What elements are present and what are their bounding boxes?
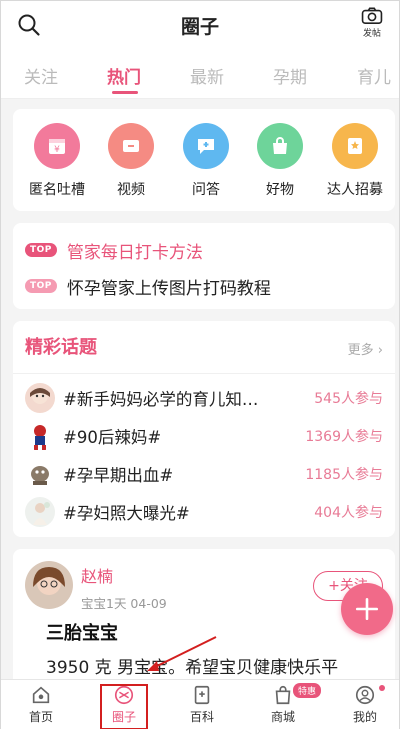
- quick-actions: ¥ 匿名吐槽 视频 问答 好物 达人招募: [13, 109, 395, 211]
- tab-pregnancy[interactable]: 孕期: [273, 63, 307, 88]
- tab-bar: 关注 热门 最新 孕期 育儿: [1, 49, 399, 99]
- notice-item[interactable]: TOP 管家每日打卡方法: [25, 237, 203, 263]
- chevron-right-icon: ›: [373, 343, 383, 358]
- notice-text: 怀孕管家上传图片打码教程: [66, 278, 271, 299]
- quick-goods[interactable]: 好物: [244, 123, 316, 199]
- video-icon: [108, 123, 154, 169]
- user-icon: [355, 685, 375, 705]
- quick-recruit[interactable]: 达人招募: [319, 123, 391, 199]
- post-body: 3950 克 男宝宝。希望宝贝健康快乐平: [46, 658, 339, 678]
- notice-card: TOP 管家每日打卡方法 TOP 怀孕管家上传图片打码教程: [13, 223, 395, 309]
- nav-encyclopedia-label: 百科: [189, 710, 214, 724]
- top-badge: TOP: [25, 243, 57, 257]
- author-name[interactable]: 赵楠: [81, 563, 113, 587]
- topic-row[interactable]: #孕妇照大曝光# 404人参与: [25, 495, 383, 529]
- notice-text: 管家每日打卡方法: [66, 242, 203, 263]
- sale-badge: 特惠: [293, 683, 322, 698]
- quick-qa-label: 问答: [192, 182, 220, 198]
- plus-icon: [355, 597, 379, 621]
- topic-row[interactable]: #孕早期出血# 1185人参与: [25, 457, 383, 491]
- topic-thumbnail: [25, 383, 55, 413]
- quick-goods-label: 好物: [266, 182, 294, 198]
- notice-item[interactable]: TOP 怀孕管家上传图片打码教程: [25, 273, 271, 299]
- tab-hot[interactable]: 热门: [107, 63, 141, 88]
- topic-thumbnail: [25, 459, 55, 489]
- chat-plus-icon: [183, 123, 229, 169]
- bag-icon: [275, 685, 291, 705]
- topics-card: 精彩话题 更多 › #新手妈妈必学的育儿知… 545人参与 #90后辣妈# 13…: [13, 321, 395, 537]
- topic-row[interactable]: #新手妈妈必学的育儿知… 545人参与: [25, 381, 383, 415]
- topic-row[interactable]: #90后辣妈# 1369人参与: [25, 419, 383, 453]
- topic-thumbnail: [25, 497, 55, 527]
- topics-more-label: 更多: [347, 343, 374, 358]
- nav-home[interactable]: 首页: [11, 684, 71, 725]
- tab-latest[interactable]: 最新: [190, 63, 224, 88]
- topic-title: #孕妇照大曝光#: [63, 504, 190, 523]
- post-title: 三胎宝宝: [46, 623, 118, 644]
- shopping-bag-icon: [257, 123, 303, 169]
- book-icon: [194, 685, 210, 705]
- top-bar: 圈子 发帖: [1, 1, 399, 49]
- topic-count: 1369人参与: [305, 429, 383, 445]
- divider: [13, 373, 395, 374]
- page-title: 圈子: [180, 15, 219, 38]
- create-post-fab[interactable]: [341, 583, 393, 635]
- topic-count: 1185人参与: [305, 467, 383, 483]
- quick-video-label: 视频: [117, 182, 145, 198]
- notification-dot: [379, 685, 385, 691]
- post-meta: 宝宝1天 04-09: [81, 596, 167, 611]
- topic-thumbnail: [25, 421, 55, 451]
- post-card[interactable]: 赵楠 宝宝1天 04-09 +关注 三胎宝宝 3950 克 男宝宝。希望宝贝健康…: [13, 549, 395, 679]
- topics-more-link[interactable]: 更多 ›: [348, 339, 383, 358]
- nav-encyclopedia[interactable]: 百科: [172, 684, 232, 725]
- topic-count: 545人参与: [314, 391, 383, 407]
- quick-qa[interactable]: 问答: [170, 123, 242, 199]
- avatar[interactable]: [25, 561, 73, 609]
- post-label: 发帖: [362, 29, 381, 39]
- bottom-nav: 首页 圈子 百科 商城 特惠 我的: [1, 679, 399, 729]
- nav-mine[interactable]: 我的: [335, 684, 395, 725]
- tab-indicator: [112, 91, 138, 94]
- tab-parenting[interactable]: 育儿: [357, 63, 391, 88]
- nav-home-label: 首页: [28, 710, 53, 724]
- home-icon: [32, 686, 50, 704]
- highlight-box: [100, 684, 148, 729]
- quick-anonymous-label: 匿名吐槽: [29, 182, 85, 198]
- topic-count: 404人参与: [314, 505, 383, 521]
- search-icon[interactable]: [17, 13, 41, 37]
- quick-anonymous[interactable]: ¥ 匿名吐槽: [21, 123, 93, 199]
- svg-text:¥: ¥: [54, 145, 60, 155]
- quick-recruit-label: 达人招募: [327, 182, 383, 198]
- top-badge: TOP: [25, 279, 57, 293]
- certificate-icon: [332, 123, 378, 169]
- quick-video[interactable]: 视频: [95, 123, 167, 199]
- topic-title: #90后辣妈#: [63, 428, 162, 447]
- nav-mall-label: 商城: [270, 710, 295, 724]
- post-button[interactable]: 发帖: [357, 7, 387, 39]
- topics-title: 精彩话题: [25, 337, 97, 358]
- topic-title: #孕早期出血#: [63, 466, 174, 485]
- tab-follow[interactable]: 关注: [24, 63, 58, 88]
- camera-icon: [361, 7, 383, 25]
- topic-title: #新手妈妈必学的育儿知…: [63, 390, 259, 409]
- calendar-icon: ¥: [34, 123, 80, 169]
- nav-mine-label: 我的: [352, 710, 377, 724]
